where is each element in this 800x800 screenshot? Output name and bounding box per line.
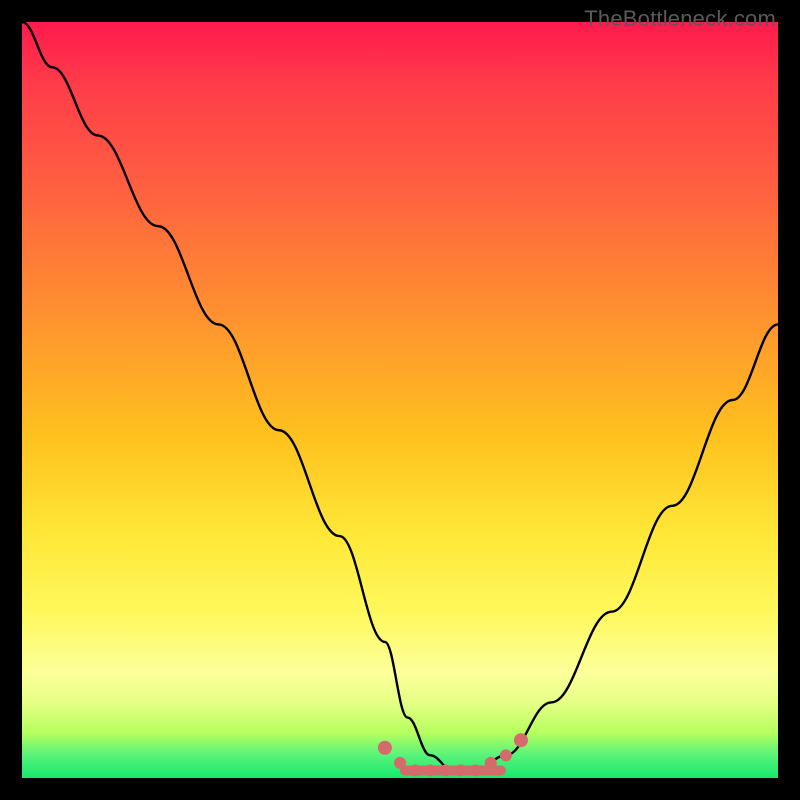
marker-dot: [454, 764, 466, 776]
marker-dot: [439, 764, 451, 776]
marker-dot: [470, 764, 482, 776]
marker-dot: [485, 757, 497, 769]
bottleneck-curve-svg: [22, 22, 778, 778]
marker-dot: [424, 764, 436, 776]
chart-frame: TheBottleneck.com: [0, 0, 800, 800]
marker-dot: [514, 733, 528, 747]
watermark-text: TheBottleneck.com: [584, 6, 776, 32]
plot-area: [22, 22, 778, 778]
marker-dot: [394, 757, 406, 769]
optimal-range-markers: [378, 733, 528, 776]
marker-dot: [500, 749, 512, 761]
marker-dot: [378, 741, 392, 755]
marker-dot: [409, 764, 421, 776]
bottleneck-curve: [22, 22, 778, 770]
